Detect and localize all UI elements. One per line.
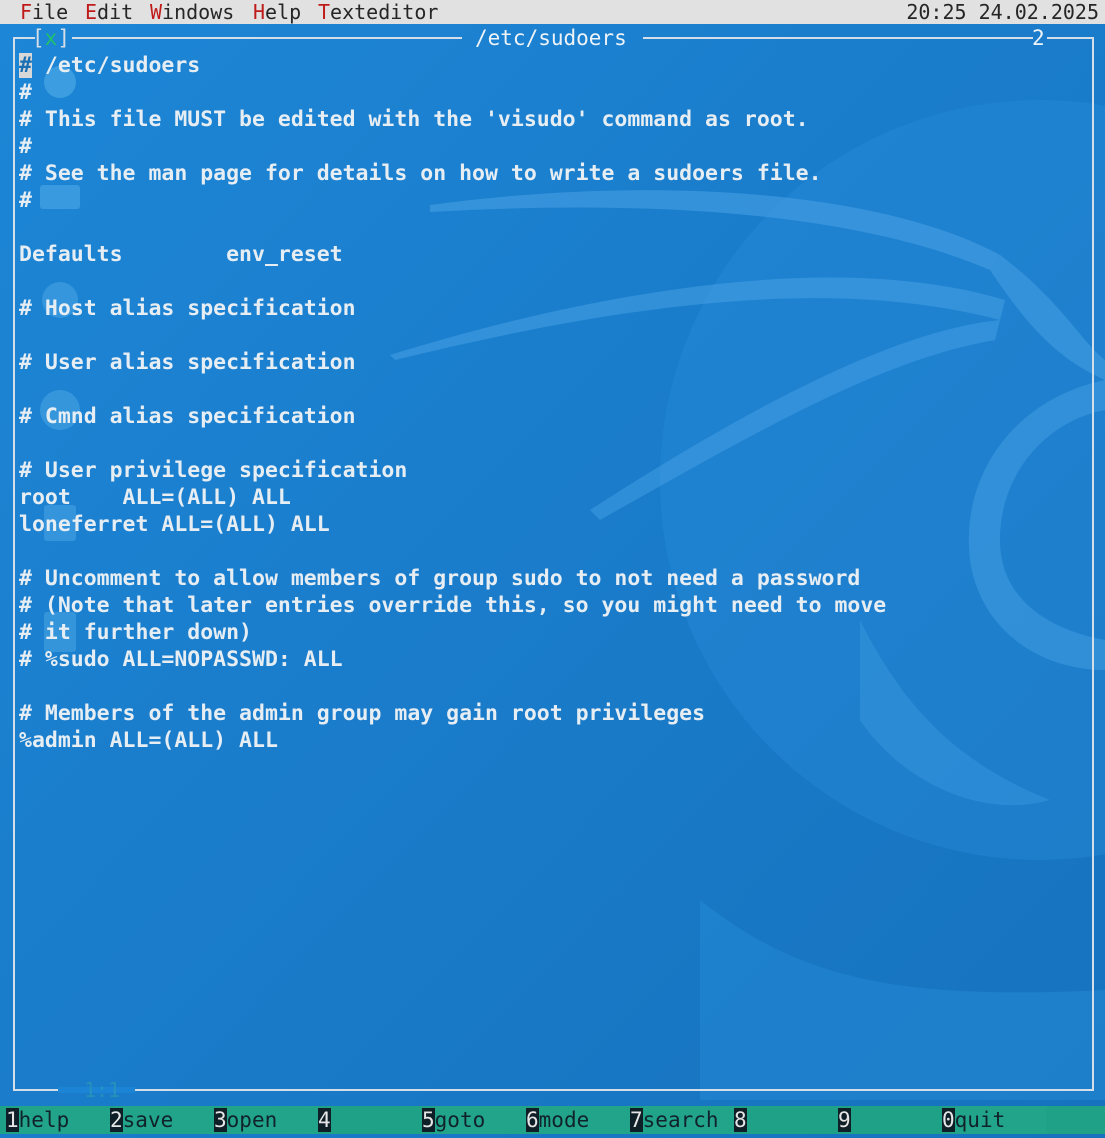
fkey-number: 4 [318, 1108, 331, 1132]
frame-border [1047, 37, 1092, 39]
fkey-number: 6 [526, 1108, 539, 1132]
editor-line[interactable] [19, 322, 1084, 349]
editor-text-area[interactable]: # /etc/sudoers # # This file MUST be edite… [19, 52, 1084, 754]
menu-edit[interactable]: Edit [85, 0, 133, 24]
clock: 20:25 24.02.2025 [906, 0, 1099, 24]
editor-line[interactable]: %admin ALL=(ALL) ALL [19, 727, 1084, 754]
editor-line[interactable] [19, 673, 1084, 700]
window-title: /etc/sudoers [475, 26, 627, 50]
editor-line[interactable]: # [19, 79, 1084, 106]
editor-line[interactable]: # User privilege specification [19, 457, 1084, 484]
fkey-label: save [122, 1106, 214, 1134]
fkey-number: 0 [942, 1108, 955, 1132]
fkey-number: 5 [422, 1108, 435, 1132]
fkey-mode[interactable]: 6mode [526, 1106, 630, 1134]
close-icon: [x] [32, 26, 70, 50]
fkey-quit[interactable]: 0quit [942, 1106, 1046, 1134]
fkey-number: 9 [838, 1108, 851, 1132]
editor-line[interactable]: # it further down) [19, 619, 1084, 646]
editor-line[interactable]: # User alias specification [19, 349, 1084, 376]
fkey-number: 7 [630, 1108, 643, 1132]
fkey-number: 1 [6, 1108, 19, 1132]
fkey-help[interactable]: 1help [6, 1106, 110, 1134]
fkey-number: 3 [214, 1108, 227, 1132]
editor-line[interactable]: root ALL=(ALL) ALL [19, 484, 1084, 511]
text-cursor: # [19, 53, 32, 78]
editor-line[interactable]: # Uncomment to allow members of group su… [19, 565, 1084, 592]
function-key-bar: 1help 2save 3open 4 5goto 6mode 7search 8 9 0quit [0, 1106, 1105, 1134]
editor-line[interactable]: # [19, 187, 1084, 214]
editor-line[interactable]: # %sudo ALL=NOPASSWD: ALL [19, 646, 1084, 673]
fkey-save[interactable]: 2save [110, 1106, 214, 1134]
menu-windows[interactable]: Windows [150, 0, 234, 24]
menu-file[interactable]: File [20, 0, 68, 24]
fkey-label: search [642, 1106, 734, 1134]
fkey-f9[interactable]: 9 [838, 1106, 942, 1134]
editor-line[interactable]: # [19, 133, 1084, 160]
close-window-button[interactable]: [x] [32, 26, 70, 50]
fkey-label: quit [954, 1106, 1046, 1134]
editor-line[interactable]: loneferret ALL=(ALL) ALL [19, 511, 1084, 538]
fkey-number: 2 [110, 1108, 123, 1132]
editor-line[interactable]: # /etc/sudoers [19, 52, 1084, 79]
fkey-open[interactable]: 3open [214, 1106, 318, 1134]
editor-line[interactable] [19, 430, 1084, 457]
fkey-label: help [18, 1106, 110, 1134]
editor-line[interactable]: # This file MUST be edited with the 'vis… [19, 106, 1084, 133]
line-text: /etc/sudoers [31, 53, 201, 78]
editor-line[interactable] [19, 268, 1084, 295]
fkey-search[interactable]: 7search [630, 1106, 734, 1134]
editor-line[interactable]: Defaults env_reset [19, 241, 1084, 268]
editor-line[interactable]: # Members of the admin group may gain ro… [19, 700, 1084, 727]
frame-border [72, 37, 462, 39]
fkey-f8[interactable]: 8 [734, 1106, 838, 1134]
fkey-label: open [226, 1106, 318, 1134]
editor-line[interactable] [19, 214, 1084, 241]
fkey-label: goto [434, 1106, 526, 1134]
editor-line[interactable] [19, 538, 1084, 565]
fkey-goto[interactable]: 5goto [422, 1106, 526, 1134]
menu-bar: File Edit Windows Help Texteditor 20:25 … [0, 0, 1105, 24]
editor-line[interactable]: # Cmnd alias specification [19, 403, 1084, 430]
menu-help[interactable]: Help [253, 0, 301, 24]
editor-line[interactable]: # See the man page for details on how to… [19, 160, 1084, 187]
fkey-number: 8 [734, 1108, 747, 1132]
fkey-f4[interactable]: 4 [318, 1106, 422, 1134]
editor-line[interactable] [19, 376, 1084, 403]
editor-line[interactable]: # (Note that later entries override this… [19, 592, 1084, 619]
editor-line[interactable]: # Host alias specification [19, 295, 1084, 322]
menu-texteditor[interactable]: Texteditor [318, 0, 438, 24]
fkey-label: mode [538, 1106, 630, 1134]
window-number: 2 [1032, 26, 1045, 50]
cursor-position: 1:1 [84, 1078, 121, 1102]
frame-border [643, 37, 1033, 39]
